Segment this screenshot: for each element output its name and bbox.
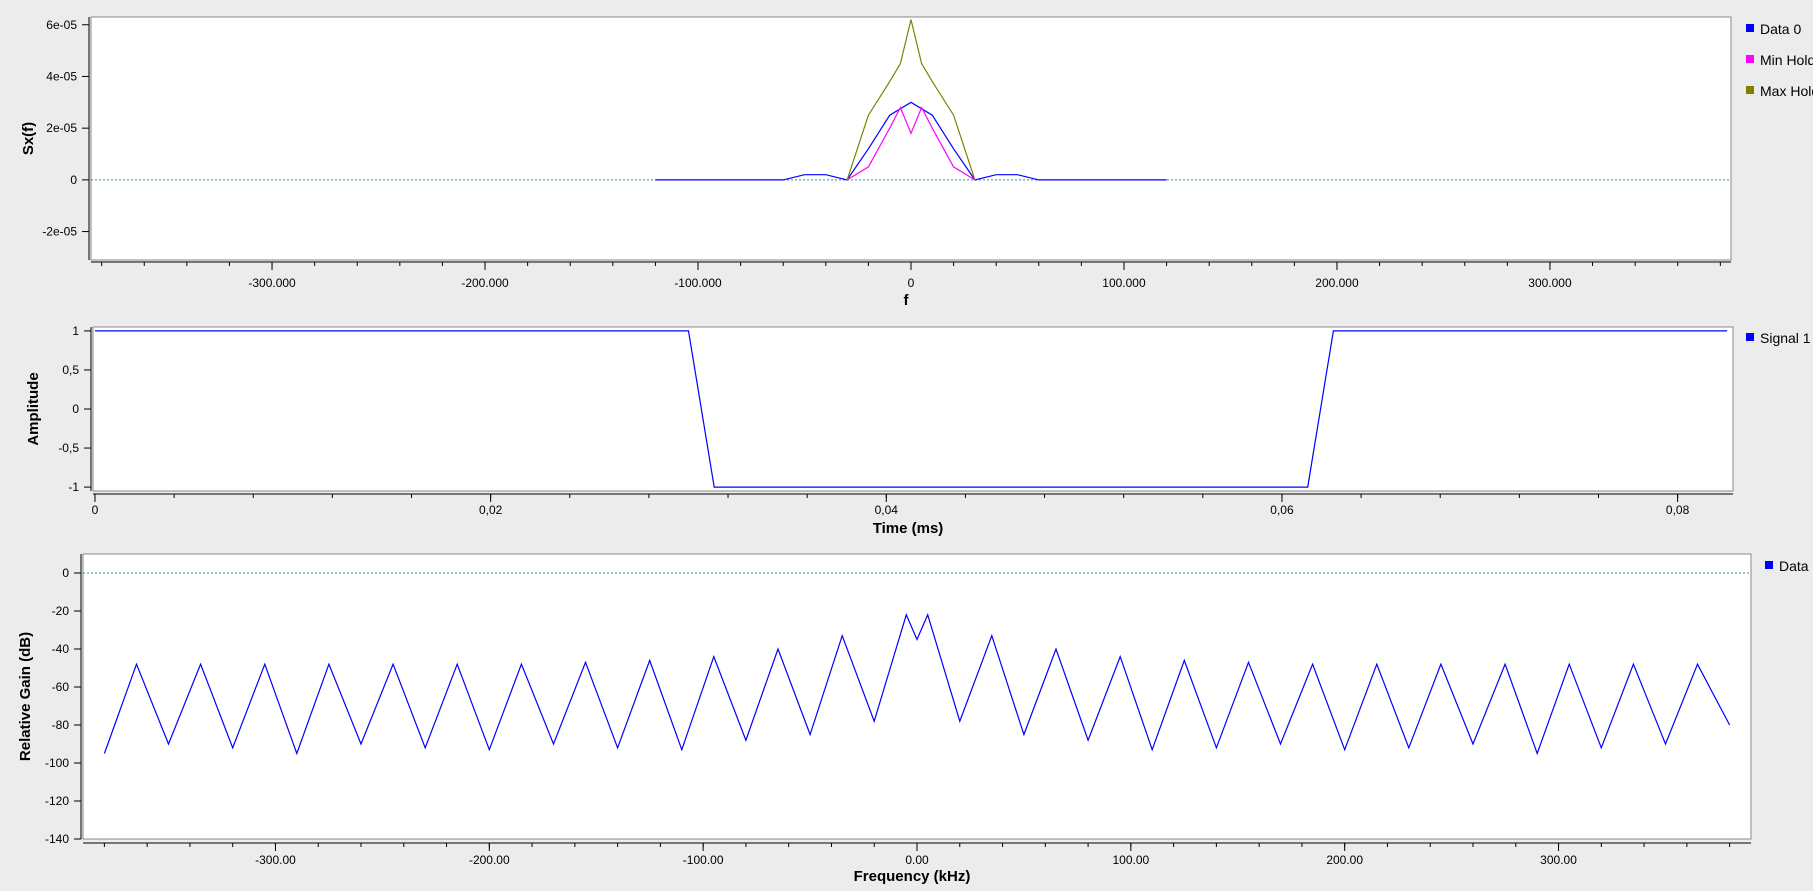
y-tick-label: 0	[72, 402, 79, 416]
legend-swatch	[1746, 55, 1754, 63]
x-tick-label: 0,08	[1666, 503, 1690, 517]
x-tick-label: 0	[908, 276, 915, 290]
legend-label: Signal 1	[1760, 330, 1811, 346]
x-tick-label: -200.00	[469, 853, 510, 867]
x-tick-label: 0	[92, 503, 99, 517]
x-tick-label: 300.00	[1540, 853, 1577, 867]
y-tick-label: -2e-05	[42, 225, 77, 239]
x-tick-label: 0,06	[1270, 503, 1294, 517]
legend-label: Max Hold	[1760, 83, 1813, 99]
plot-area-time	[92, 326, 1734, 492]
legend-swatch	[1746, 24, 1754, 32]
legend-label: Min Hold	[1760, 52, 1813, 68]
y-tick-label: -40	[52, 642, 70, 656]
x-axis-label: Time (ms)	[873, 520, 944, 537]
y-tick-label: 6e-05	[46, 18, 77, 32]
x-tick-label: 0.00	[905, 853, 929, 867]
x-tick-label: 0,02	[479, 503, 503, 517]
y-tick-label: -140	[45, 832, 69, 846]
legend-swatch	[1765, 561, 1773, 569]
y-axis-label: Relative Gain (dB)	[17, 632, 34, 761]
y-tick-label: -100	[45, 756, 69, 770]
y-tick-label: 0,5	[62, 363, 79, 377]
y-tick-label: -60	[52, 680, 70, 694]
y-axis-label: Sx(f)	[20, 122, 37, 155]
y-tick-label: -0,5	[58, 441, 79, 455]
legend-swatch	[1746, 86, 1754, 94]
x-tick-label: -100.000	[674, 276, 722, 290]
legend-label: Data	[1779, 558, 1809, 574]
x-tick-label: -200.000	[461, 276, 509, 290]
y-axis-label: Amplitude	[25, 372, 42, 445]
y-tick-label: -1	[68, 480, 79, 494]
plot-area-freq	[82, 553, 1752, 840]
x-tick-label: -100.00	[683, 853, 724, 867]
plots-canvas: -300.000 -200.000 -100.000 0 100.000 200.000 3…	[17, 16, 1813, 885]
legend-label: Data 0	[1760, 21, 1801, 37]
x-axis-label: Frequency (kHz)	[854, 868, 971, 885]
x-tick-label: 100.000	[1102, 276, 1146, 290]
legend-swatch	[1746, 333, 1754, 341]
x-tick-label: 300.000	[1528, 276, 1572, 290]
y-tick-label: 0	[70, 173, 77, 187]
y-tick-label: -120	[45, 794, 69, 808]
x-tick-label: -300.00	[255, 853, 296, 867]
y-tick-label: 2e-05	[46, 121, 77, 135]
x-tick-label: 100.00	[1112, 853, 1149, 867]
y-tick-label: 4e-05	[46, 69, 77, 83]
plot-area-psd	[90, 16, 1732, 261]
x-axis-label: f	[904, 292, 910, 309]
y-tick-label: -80	[52, 718, 70, 732]
y-tick-label: 1	[72, 324, 79, 338]
y-tick-label: -20	[52, 604, 70, 618]
x-tick-label: 200.00	[1326, 853, 1363, 867]
y-tick-label: 0	[62, 566, 69, 580]
x-tick-label: 200.000	[1315, 276, 1359, 290]
x-tick-label: -300.000	[248, 276, 296, 290]
x-tick-label: 0,04	[875, 503, 899, 517]
